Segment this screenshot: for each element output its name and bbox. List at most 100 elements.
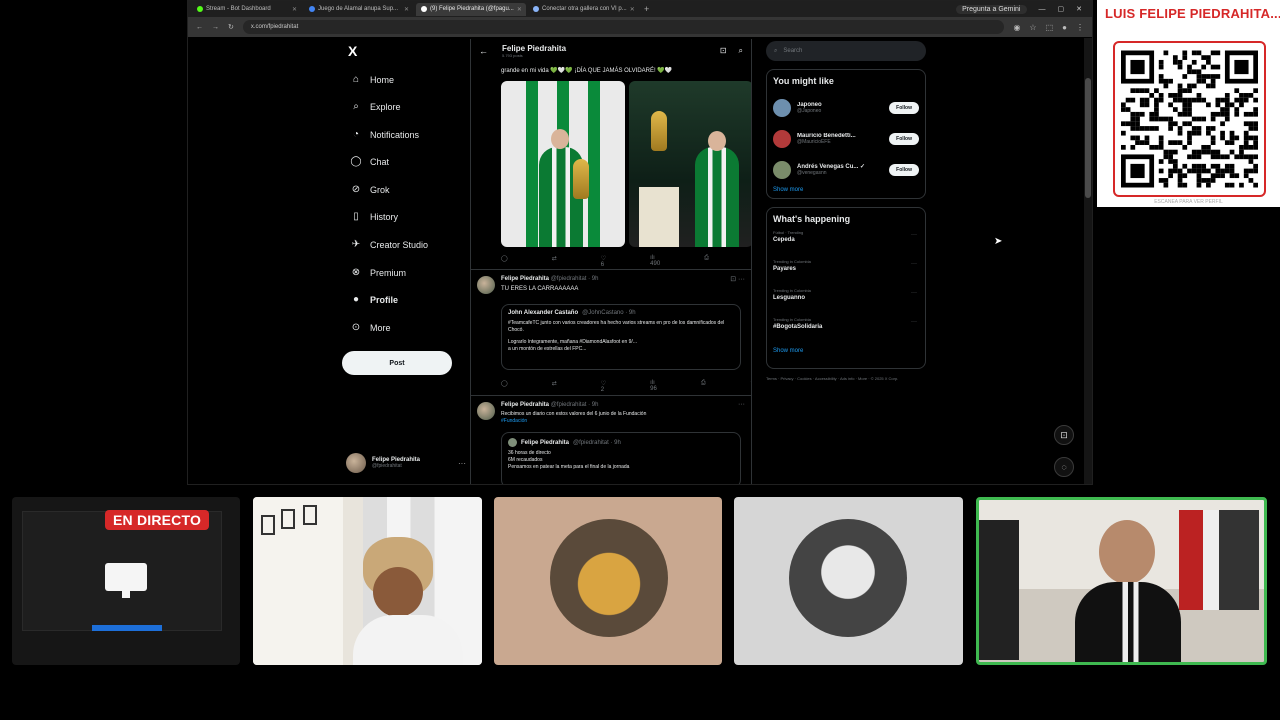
tweet-author[interactable]: Felipe Piedrahita [501, 276, 549, 282]
close-icon[interactable]: ✕ [404, 6, 409, 13]
follow-button[interactable]: Follow [889, 132, 919, 145]
grok-float-icon[interactable]: ⊡ [1054, 425, 1074, 445]
hashtag-link[interactable]: #Fundación [501, 418, 527, 424]
more-icon[interactable]: ··· [911, 261, 917, 267]
gemini-button[interactable]: Pregunta a Gemini [956, 4, 1027, 14]
suggested-account[interactable]: Andrés Venegas Cu... ✓ @venegasnn Follow [773, 154, 919, 185]
more-icon[interactable]: ··· [911, 232, 917, 238]
quote-tweet[interactable]: John Alexander Castaño @JohnCastano · 9h … [501, 304, 741, 370]
browser-tab-4[interactable]: Conectar otra gallera con VI p... ✕ [528, 3, 638, 16]
account-switcher[interactable]: Felipe Piedrahita @fpiedrahitat ··· [346, 453, 466, 473]
tweet-photo[interactable] [501, 81, 625, 247]
quote-tweet[interactable]: Felipe Piedrahita @fpiedrahitat · 9h 36 h… [501, 432, 741, 484]
views-icon[interactable]: ılı 490 [650, 255, 660, 268]
wall-frame [261, 515, 275, 535]
qr-module [1224, 140, 1230, 145]
nav-profile[interactable]: ● Profile [350, 294, 398, 305]
nav-home[interactable]: ⌂ Home [350, 74, 394, 85]
suggested-account[interactable]: Mauricio Benedetti... @MauricioEFE Follow [773, 123, 919, 154]
tweet-photo[interactable] [629, 81, 751, 247]
retweet-icon[interactable]: ⇄ [552, 380, 557, 393]
close-icon[interactable]: ✕ [517, 6, 522, 13]
x-logo-icon[interactable]: X [348, 43, 357, 59]
like-icon[interactable]: ♡ 6 [601, 255, 606, 268]
more-icon[interactable]: ··· [738, 401, 745, 408]
trend-item[interactable]: Fútbol · Trending Cepeda ··· [773, 230, 919, 259]
browser-tab-2[interactable]: Juego de Alamal anupa Sup... ✕ [304, 3, 414, 16]
scrollbar-thumb[interactable] [1085, 78, 1091, 198]
reload-icon[interactable]: ↻ [228, 23, 234, 31]
extension-icon[interactable]: ◉ [1013, 23, 1020, 32]
profile-icon[interactable]: ● [1062, 23, 1067, 32]
close-icon[interactable]: ✕ [630, 6, 635, 13]
show-more-link[interactable]: Show more [773, 348, 919, 354]
wall-frame [303, 505, 317, 525]
nav-history[interactable]: ▯ History [350, 211, 398, 222]
avatar[interactable] [477, 276, 495, 294]
quote-text: 36 horas de directo [508, 450, 551, 456]
tweet[interactable]: Felipe Piedrahita @fpiedrahitat · 9h ···… [471, 395, 751, 484]
nav-notifications[interactable]: ◔ Notifications [350, 129, 419, 140]
avatar[interactable] [477, 402, 495, 420]
bookmark-icon[interactable]: ⎙ [704, 255, 709, 268]
browser-tab-1[interactable]: Stream - Bot Dashboard ✕ [192, 3, 302, 16]
scrollbar[interactable] [1084, 38, 1092, 484]
more-icon[interactable]: ⊡ ··· [730, 275, 745, 283]
show-more-link[interactable]: Show more [773, 187, 919, 193]
suggested-account[interactable]: Japoneo @Japoneo Follow [773, 92, 919, 123]
search-input[interactable]: ⌕ Search [766, 41, 926, 61]
menu-icon[interactable]: ⋮ [1076, 23, 1084, 32]
maximize-icon[interactable]: ▢ [1058, 5, 1065, 13]
nav-explore[interactable]: ⌕ Explore [350, 101, 400, 112]
footer-links[interactable]: Terms · Privacy · Cookies · Accessibilit… [766, 375, 916, 383]
retweet-icon[interactable]: ⇄ [552, 255, 557, 268]
new-tab-button[interactable]: + [640, 4, 653, 14]
star-icon[interactable]: ☆ [1029, 23, 1036, 32]
qr-module [1201, 149, 1207, 155]
url-input[interactable]: x.com/fpiedrahitat [242, 20, 1005, 34]
close-icon[interactable]: ✕ [292, 6, 297, 13]
qr-module [1168, 149, 1173, 155]
forward-icon[interactable]: → [212, 24, 219, 31]
more-icon[interactable]: ··· [911, 319, 917, 325]
messages-float-icon[interactable]: ◌ [1054, 457, 1074, 477]
back-icon[interactable]: ← [196, 24, 203, 31]
tweet-author[interactable]: Felipe Piedrahita [501, 402, 549, 408]
views-icon[interactable]: ılı 96 [650, 380, 657, 393]
tweet-actions: ◯ ⇄ ♡ 6 ılı 490 ⎙ ⇪ [501, 255, 751, 268]
puzzle-icon[interactable]: ⬚ [1046, 23, 1054, 32]
share-icon[interactable]: ⇪ [750, 380, 751, 393]
qr-module [1158, 78, 1164, 84]
browser-tab-3[interactable]: (9) Felipe Piedrahita (@fpagu... ✕ [416, 2, 526, 16]
nav-grok[interactable]: ⊘ Grok [350, 184, 390, 195]
search-icon[interactable]: ⌕ [739, 46, 743, 56]
tweet-header: Felipe Piedrahita @fpiedrahitat · 9h [501, 276, 598, 282]
close-window-icon[interactable]: ✕ [1076, 5, 1082, 13]
follow-button[interactable]: Follow [889, 101, 919, 114]
trend-item[interactable]: Trending in Colombia #BogotaSolidaria ··· [773, 317, 919, 346]
tweet[interactable]: Felipe Piedrahita @fpiedrahitat · 9h ⊡ ·… [471, 269, 751, 395]
minimize-icon[interactable]: — [1039, 6, 1046, 13]
qr-module [1196, 126, 1202, 131]
trend-item[interactable]: Trending in Colombia Payares ··· [773, 259, 919, 288]
account-handle: @Japoneo [797, 107, 822, 114]
post-button[interactable]: Post [342, 351, 452, 375]
more-icon[interactable]: ··· [458, 459, 466, 468]
reply-icon[interactable]: ◯ [501, 255, 508, 268]
follow-button[interactable]: Follow [889, 163, 919, 176]
trend-item[interactable]: Trending in Colombia Lesguanno ··· [773, 288, 919, 317]
back-arrow-icon[interactable]: ← [479, 46, 488, 56]
tweet-media[interactable] [501, 81, 751, 247]
bookmark-icon[interactable]: ⎙ [701, 380, 706, 393]
nav-more[interactable]: ⊙ More [350, 322, 391, 333]
nav-chat[interactable]: ◯ Chat [350, 156, 389, 167]
nav-premium[interactable]: ⊗ Premium [350, 267, 406, 278]
nav-creator-studio[interactable]: ✈ Creator Studio [350, 239, 428, 250]
qr-module [1154, 97, 1159, 103]
qr-finder [1130, 59, 1145, 75]
grok-analyze-icon[interactable]: ⊡ [720, 46, 727, 56]
qr-module [1224, 168, 1230, 174]
reply-icon[interactable]: ◯ [501, 380, 508, 393]
like-icon[interactable]: ♡ 2 [601, 380, 606, 393]
more-icon[interactable]: ··· [911, 290, 917, 296]
